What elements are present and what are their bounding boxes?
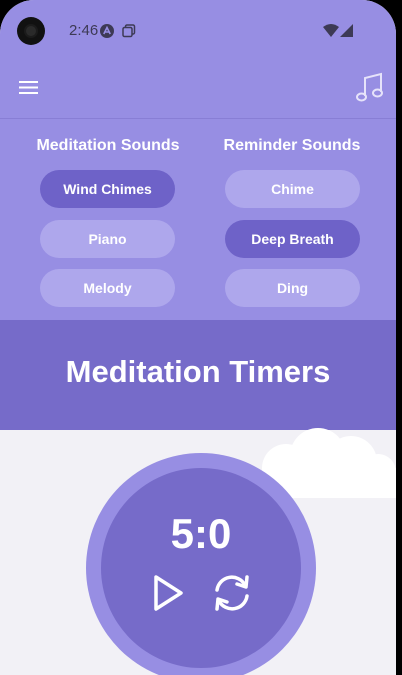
meditation-sound-piano-button[interactable]: Piano: [40, 220, 175, 258]
cellular-signal-icon: [340, 24, 353, 37]
reminder-sounds-title: Reminder Sounds: [223, 137, 361, 154]
meditation-sound-melody-button[interactable]: Melody: [40, 269, 175, 307]
timer-display: 5:0: [170, 510, 232, 557]
status-time: 2:46: [69, 22, 99, 39]
phone-screen: 2:46 Meditation Sounds Reminder Sounds W…: [0, 0, 396, 675]
music-note-icon[interactable]: [356, 72, 384, 104]
screenshot-notification-icon: [122, 24, 136, 38]
reminder-sound-deep-breath-button[interactable]: Deep Breath: [225, 220, 360, 258]
hamburger-menu-icon[interactable]: [19, 80, 39, 96]
play-icon[interactable]: [150, 573, 186, 613]
reminder-sound-chime-button[interactable]: Chime: [225, 170, 360, 208]
timer-circle: [101, 468, 301, 668]
wifi-icon: [323, 24, 339, 37]
refresh-icon[interactable]: [210, 573, 254, 613]
reminder-sound-ding-button[interactable]: Ding: [225, 269, 360, 307]
front-camera: [17, 17, 45, 45]
status-bar: 2:46: [0, 0, 396, 60]
app-bar: [0, 60, 396, 119]
app-notification-icon: [100, 24, 114, 38]
page-title: Meditation Timers: [65, 354, 331, 389]
meditation-sounds-title: Meditation Sounds: [36, 137, 180, 154]
meditation-sound-wind-chimes-button[interactable]: Wind Chimes: [40, 170, 175, 208]
